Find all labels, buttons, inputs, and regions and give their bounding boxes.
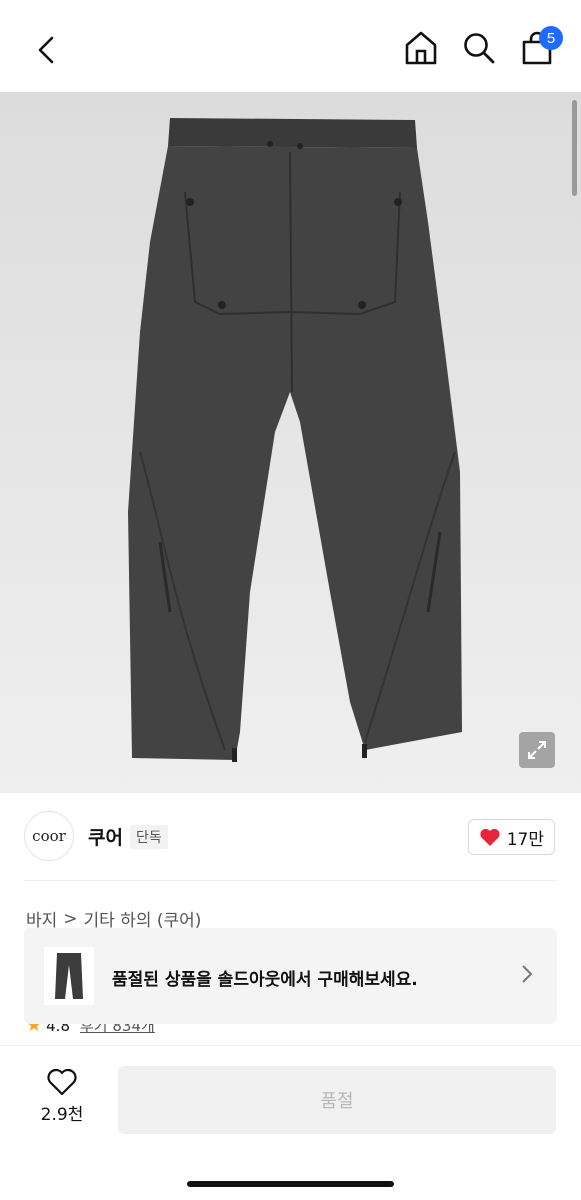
pants-thumbnail-icon [55, 953, 83, 999]
product-thumbnail [44, 947, 94, 1005]
cart-count-badge: 5 [539, 26, 563, 50]
scroll-indicator [572, 100, 577, 196]
exclusive-badge: 단독 [130, 825, 168, 849]
heart-outline-icon [47, 1068, 77, 1096]
wishlist-count: 2.9천 [40, 1105, 84, 1125]
home-indicator [187, 1181, 394, 1187]
header-actions: 5 [403, 26, 563, 68]
bottom-action-bar: 2.9천 품절 [0, 1045, 581, 1200]
soldout-banner[interactable]: 품절된 상품을 솔드아웃에서 구매해보세요. [24, 928, 557, 1024]
soldout-buy-button[interactable]: 품절 [118, 1066, 556, 1134]
wishlist-button[interactable]: 2.9천 [28, 1068, 96, 1132]
top-navigation-bar: 5 [0, 0, 581, 92]
brand-like-count: 17만 [506, 829, 544, 850]
chevron-left-icon [38, 36, 54, 64]
back-button[interactable] [28, 32, 64, 68]
home-button[interactable] [403, 28, 439, 68]
expand-image-button[interactable] [519, 732, 555, 768]
brand-logo[interactable]: coor [24, 811, 74, 861]
home-icon [405, 31, 437, 65]
breadcrumb-separator: > [63, 908, 78, 929]
pants-image [128, 118, 462, 762]
soldout-banner-text: 품절된 상품을 솔드아웃에서 구매해보세요. [112, 970, 418, 990]
chevron-right-icon [522, 965, 533, 983]
cart-button[interactable]: 5 [519, 26, 563, 68]
search-icon [464, 33, 495, 64]
heart-filled-icon [480, 828, 500, 846]
expand-icon [528, 741, 546, 759]
product-image-area[interactable] [0, 92, 581, 792]
search-button[interactable] [461, 28, 497, 68]
brand-logo-text: coor [32, 827, 66, 845]
brand-like-button[interactable]: 17만 [467, 819, 555, 855]
brand-name[interactable]: 쿠어 [88, 823, 123, 850]
divider [24, 880, 557, 881]
brand-row: coor 쿠어 단독 17만 [0, 792, 581, 880]
